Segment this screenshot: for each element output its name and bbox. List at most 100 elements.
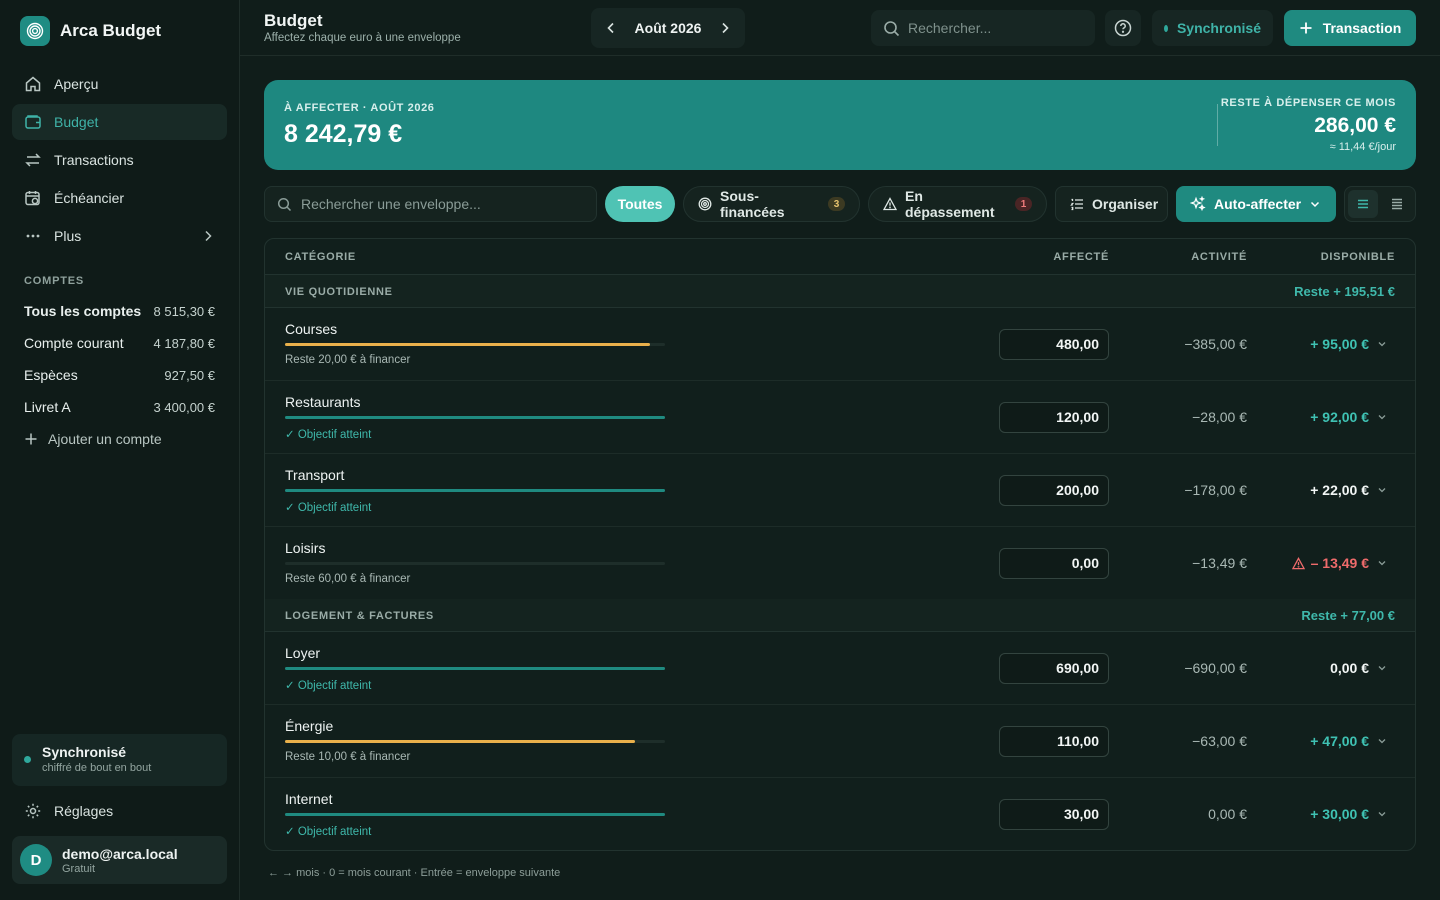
envelope-row[interactable]: Courses Reste 20,00 € à financer 480,00 −38… [265,308,1415,381]
available-amount[interactable]: – 13,49 € [1291,555,1369,571]
help-icon [1114,19,1132,37]
keyboard-hint: ← → mois · 0 = mois courant · Entrée = e… [268,867,561,879]
funding-status: ✓ Objectif atteint [285,826,372,838]
sync-dot-icon [24,756,31,763]
available-amount[interactable]: + 47,00 € [1310,733,1369,749]
sidebar: Arca Budget Aperçu Budget Transactions É… [0,0,240,900]
brand[interactable]: Arca Budget [20,16,161,46]
user-profile[interactable]: D demo@arca.local Gratuit [12,836,227,884]
account-name: Compte courant [24,335,124,351]
assigned-amount-input[interactable]: 690,00 [999,653,1109,684]
filter-overspent-chip[interactable]: En dépassement 1 [868,186,1047,222]
envelope-row[interactable]: Loyer ✓ Objectif atteint 690,00 −690,00 € 0,… [265,632,1415,705]
plus-icon [1299,21,1313,35]
available-amount[interactable]: + 95,00 € [1310,336,1369,352]
user-plan: Gratuit [62,862,96,875]
envelope-row[interactable]: Transport ✓ Objectif atteint 200,00 −178,00… [265,454,1415,527]
list-ordered-icon [1070,197,1084,211]
column-category: CATÉGORIE [285,251,356,263]
chevron-left-icon[interactable] [603,20,619,36]
assigned-amount-input[interactable]: 0,00 [999,548,1109,579]
chevron-down-icon[interactable] [1377,663,1387,673]
help-button[interactable] [1105,10,1141,46]
available-value: + 47,00 € [1310,733,1369,749]
filter-all-chip[interactable]: Toutes [605,186,675,222]
detailed-view-button[interactable] [1382,190,1412,218]
account-item[interactable]: Tous les comptes 8 515,30 € [24,295,215,327]
envelope-name: Transport [285,467,345,483]
envelope-row[interactable]: Énergie Reste 10,00 € à financer 110,00 −63… [265,705,1415,778]
chevron-down-icon[interactable] [1377,809,1387,819]
assigned-amount-input[interactable]: 480,00 [999,329,1109,360]
assigned-amount-input[interactable]: 30,00 [999,799,1109,830]
account-item[interactable]: Livret A 3 400,00 € [24,391,215,423]
to-assign-banner: À AFFECTER · AOÛT 2026 8 242,79 € RESTE … [264,80,1416,170]
activity-amount: −178,00 € [1184,482,1247,498]
chevron-right-icon[interactable] [717,20,733,36]
account-item[interactable]: Compte courant 4 187,80 € [24,327,215,359]
account-name: Livret A [24,399,71,415]
chevron-down-icon[interactable] [1377,485,1387,495]
underfunded-count-badge: 3 [828,197,845,211]
overspent-count-badge: 1 [1015,197,1032,211]
funding-progress-bar [285,343,665,346]
chevron-down-icon[interactable] [1377,558,1387,568]
global-search-input[interactable]: Rechercher... [871,10,1095,46]
chevron-down-icon[interactable] [1377,339,1387,349]
nav-item-budget[interactable]: Budget [12,104,227,140]
envelope-name: Loisirs [285,540,326,556]
activity-amount: −690,00 € [1184,660,1247,676]
list-detailed-icon [1390,197,1404,211]
sync-status-pill[interactable]: Synchronisé [1152,10,1273,46]
envelope-row[interactable]: Restaurants ✓ Objectif atteint 120,00 −28,0… [265,381,1415,454]
compact-view-button[interactable] [1348,190,1378,218]
nav-item-transactions[interactable]: Transactions [12,142,227,178]
funding-status: Reste 10,00 € à financer [285,751,411,763]
add-account-button[interactable]: Ajouter un compte [24,423,215,455]
available-amount[interactable]: + 30,00 € [1310,806,1369,822]
sync-status-panel: Synchronisé chiffré de bout en bout [12,734,227,786]
search-icon [883,20,900,37]
envelope-row[interactable]: Internet ✓ Objectif atteint 30,00 0,00 € + 3… [265,778,1415,850]
settings-link[interactable]: Réglages [12,793,227,829]
funding-progress-bar [285,562,665,565]
group-name: LOGEMENT & FACTURES [285,610,434,622]
nav-label: Budget [54,114,99,130]
nav-item-apercu[interactable]: Aperçu [12,66,227,102]
funding-progress-bar [285,813,665,816]
current-month: Août 2026 [634,20,702,36]
page-title: Budget [264,11,323,30]
calendar-clock-icon [24,189,42,207]
envelope-row[interactable]: Loisirs Reste 60,00 € à financer 0,00 −13,4… [265,527,1415,600]
funding-progress-fill [285,489,665,492]
organize-button[interactable]: Organiser [1055,186,1168,222]
add-account-label: Ajouter un compte [48,431,162,447]
available-amount[interactable]: + 22,00 € [1310,482,1369,498]
category-group-header[interactable]: LOGEMENT & FACTURES Reste + 77,00 € [265,599,1415,632]
envelope-search-placeholder: Rechercher une enveloppe... [301,196,481,212]
nav-item-echeancier[interactable]: Échéancier [12,180,227,216]
chevron-down-icon[interactable] [1377,412,1387,422]
assigned-amount-input[interactable]: 110,00 [999,726,1109,757]
available-amount[interactable]: + 92,00 € [1310,409,1369,425]
filter-all-label: Toutes [617,196,663,212]
filter-underfunded-chip[interactable]: Sous-financées 3 [683,186,860,222]
available-amount[interactable]: 0,00 € [1330,660,1369,676]
target-icon [698,197,712,211]
assigned-amount-input[interactable]: 200,00 [999,475,1109,506]
envelope-search-input[interactable]: Rechercher une enveloppe... [264,186,597,222]
chevron-down-icon[interactable] [1377,736,1387,746]
account-balance: 3 400,00 € [153,399,215,415]
available-value: + 30,00 € [1310,806,1369,822]
assigned-amount-input[interactable]: 120,00 [999,402,1109,433]
envelope-name: Loyer [285,645,321,661]
account-item[interactable]: Espèces 927,50 € [24,359,215,391]
settings-label: Réglages [54,803,114,819]
nav-item-plus[interactable]: Plus [12,218,227,254]
add-transaction-button[interactable]: Transaction [1284,10,1416,46]
auto-assign-button[interactable]: Auto-affecter [1176,186,1336,222]
funding-status: Reste 60,00 € à financer [285,573,411,585]
category-group-header[interactable]: VIE QUOTIDIENNE Reste + 195,51 € [265,275,1415,308]
app-logo-icon [20,16,50,46]
funding-progress-bar [285,667,665,670]
